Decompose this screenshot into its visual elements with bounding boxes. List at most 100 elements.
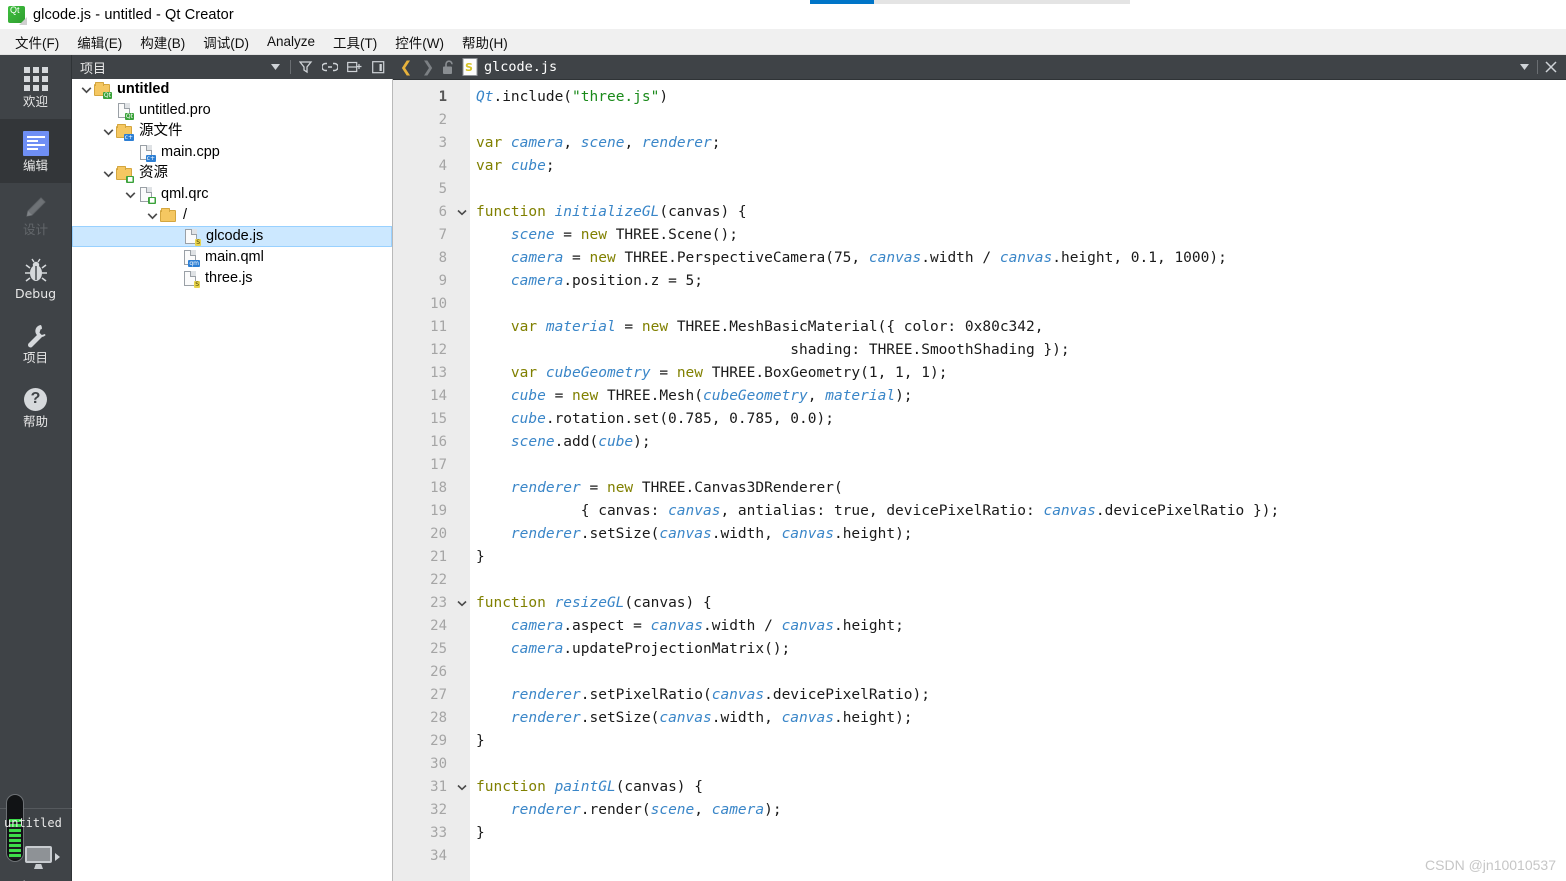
menu-build[interactable]: 构建(B) xyxy=(131,29,194,55)
project-tree-header: 项目 xyxy=(72,55,393,79)
code-line: renderer.setSize(canvas.width, canvas.he… xyxy=(510,526,913,542)
filter-icon[interactable] xyxy=(295,57,317,77)
code-line: scene.add(cube); xyxy=(510,434,651,450)
grid-icon xyxy=(22,66,50,93)
tree-row[interactable]: Sthree.js xyxy=(72,268,392,289)
menu-file[interactable]: 文件(F) xyxy=(6,29,68,55)
chevron-right-icon xyxy=(55,852,60,861)
chevron-down-icon[interactable] xyxy=(100,170,116,178)
code-line: { canvas: canvas, antialias: true, devic… xyxy=(476,503,1280,519)
menu-window[interactable]: 控件(W) xyxy=(386,29,453,55)
line-number: 28 xyxy=(430,710,447,726)
fold-toggle-icon[interactable] xyxy=(453,592,470,615)
tree-row[interactable]: Qt untitled.pro xyxy=(72,100,392,121)
js-file-icon: S xyxy=(461,58,479,76)
tree-row-label: three.js xyxy=(205,270,253,287)
kit-selector[interactable]: untitled Debug xyxy=(0,786,72,881)
mode-button-debug[interactable]: Debug xyxy=(0,247,71,311)
open-documents-dropdown[interactable] xyxy=(1513,57,1535,77)
menu-debug[interactable]: 调试(D) xyxy=(194,29,258,55)
chevron-down-icon[interactable] xyxy=(144,212,160,220)
expand-icon[interactable] xyxy=(343,57,365,77)
chevron-down-icon[interactable] xyxy=(122,191,138,199)
go-back-button[interactable]: ❮ xyxy=(395,57,417,77)
line-number: 10 xyxy=(430,296,447,312)
line-number: 25 xyxy=(430,641,447,657)
project-tree-list[interactable]: Qt untitled Qt untitled.pro c+ 源文件 c+ main.cpp ■… xyxy=(72,79,393,881)
editor-tab-filename[interactable]: glcode.js xyxy=(484,59,557,75)
line-number-gutter: 1 2 3 4 5 6 7 8 9 10 11 12 13 14 15 16 17 18 19 20 21 22 23 24 2… xyxy=(393,80,453,881)
close-panel-icon[interactable] xyxy=(367,57,389,77)
code-folding-column[interactable] xyxy=(453,80,470,881)
tree-row[interactable]: ■ qml.qrc xyxy=(72,184,392,205)
code-line: var cube; xyxy=(476,158,555,174)
unlock-icon[interactable] xyxy=(439,57,459,77)
mode-label-debug: Debug xyxy=(14,285,57,301)
window-title: glcode.js - untitled - Qt Creator xyxy=(33,6,234,23)
fold-toggle-icon[interactable] xyxy=(453,201,470,224)
code-text-area[interactable]: Qt.include("three.js") var camera, scene… xyxy=(470,80,1566,881)
tree-row[interactable]: c+ main.cpp xyxy=(72,142,392,163)
tree-row[interactable]: Qt untitled xyxy=(72,79,392,100)
pro-file-icon: Qt xyxy=(116,102,134,120)
toolbar-divider xyxy=(1537,60,1538,74)
menu-edit[interactable]: 编辑(E) xyxy=(68,29,131,55)
monitor-icon xyxy=(25,846,52,869)
code-line: } xyxy=(476,733,485,749)
tree-row[interactable]: qm main.qml xyxy=(72,247,392,268)
line-number: 34 xyxy=(430,848,447,864)
chevron-down-icon[interactable] xyxy=(100,128,116,136)
line-number: 32 xyxy=(430,802,447,818)
wrench-icon xyxy=(22,322,50,349)
chevron-down-icon[interactable] xyxy=(78,86,94,94)
tree-row[interactable]: ■ 资源 xyxy=(72,163,392,184)
project-tree-title: 项目 xyxy=(80,61,107,77)
go-forward-button[interactable]: ❯ xyxy=(417,57,439,77)
run-target-button[interactable] xyxy=(25,846,60,869)
tree-row[interactable]: / xyxy=(72,205,392,226)
main-body: 欢迎 编辑 设计 Debug 项目 ? 帮助 untitled 项目 Qt un… xyxy=(0,55,1566,881)
mode-button-edit[interactable]: 编辑 xyxy=(0,119,71,183)
mode-label-projects: 项目 xyxy=(22,349,48,365)
link-icon[interactable] xyxy=(319,57,341,77)
view-selector-dropdown[interactable] xyxy=(264,57,286,77)
code-line: cube.rotation.set(0.785, 0.785, 0.0); xyxy=(510,411,834,427)
menu-help[interactable]: 帮助(H) xyxy=(453,29,517,55)
tree-row-label: untitled.pro xyxy=(139,102,211,119)
line-number: 23 xyxy=(430,595,447,611)
code-line: camera.updateProjectionMatrix(); xyxy=(510,641,791,657)
tree-row[interactable]: c+ 源文件 xyxy=(72,121,392,142)
code-line: function initializeGL(canvas) { xyxy=(476,204,747,220)
pencil-icon xyxy=(22,194,50,221)
mode-button-welcome[interactable]: 欢迎 xyxy=(0,55,71,119)
code-line: shading: THREE.SmoothShading }); xyxy=(476,342,1070,358)
qrc-folder-icon: ■ xyxy=(116,165,134,183)
tree-row[interactable]: Sglcode.js xyxy=(72,226,392,247)
mode-button-help[interactable]: ? 帮助 xyxy=(0,375,71,439)
menu-tools[interactable]: 工具(T) xyxy=(324,29,386,55)
mode-button-projects[interactable]: 项目 xyxy=(0,311,71,375)
close-document-button[interactable] xyxy=(1540,57,1562,77)
fold-toggle-icon[interactable] xyxy=(453,776,470,799)
menu-analyze[interactable]: Analyze xyxy=(258,31,324,52)
code-editor[interactable]: 1 2 3 4 5 6 7 8 9 10 11 12 13 14 15 16 17 18 19 20 21 22 23 24 2… xyxy=(393,79,1566,881)
mode-label-help: 帮助 xyxy=(22,413,48,429)
mode-label-edit: 编辑 xyxy=(22,157,48,173)
top-progress-bar xyxy=(810,0,1130,4)
line-number: 1 xyxy=(438,89,447,105)
menu-bar: 文件(F) 编辑(E) 构建(B) 调试(D) Analyze 工具(T) 控件(W) 帮助(… xyxy=(0,29,1566,55)
qml-file-icon: qm xyxy=(182,249,200,267)
code-line: } xyxy=(476,825,485,841)
